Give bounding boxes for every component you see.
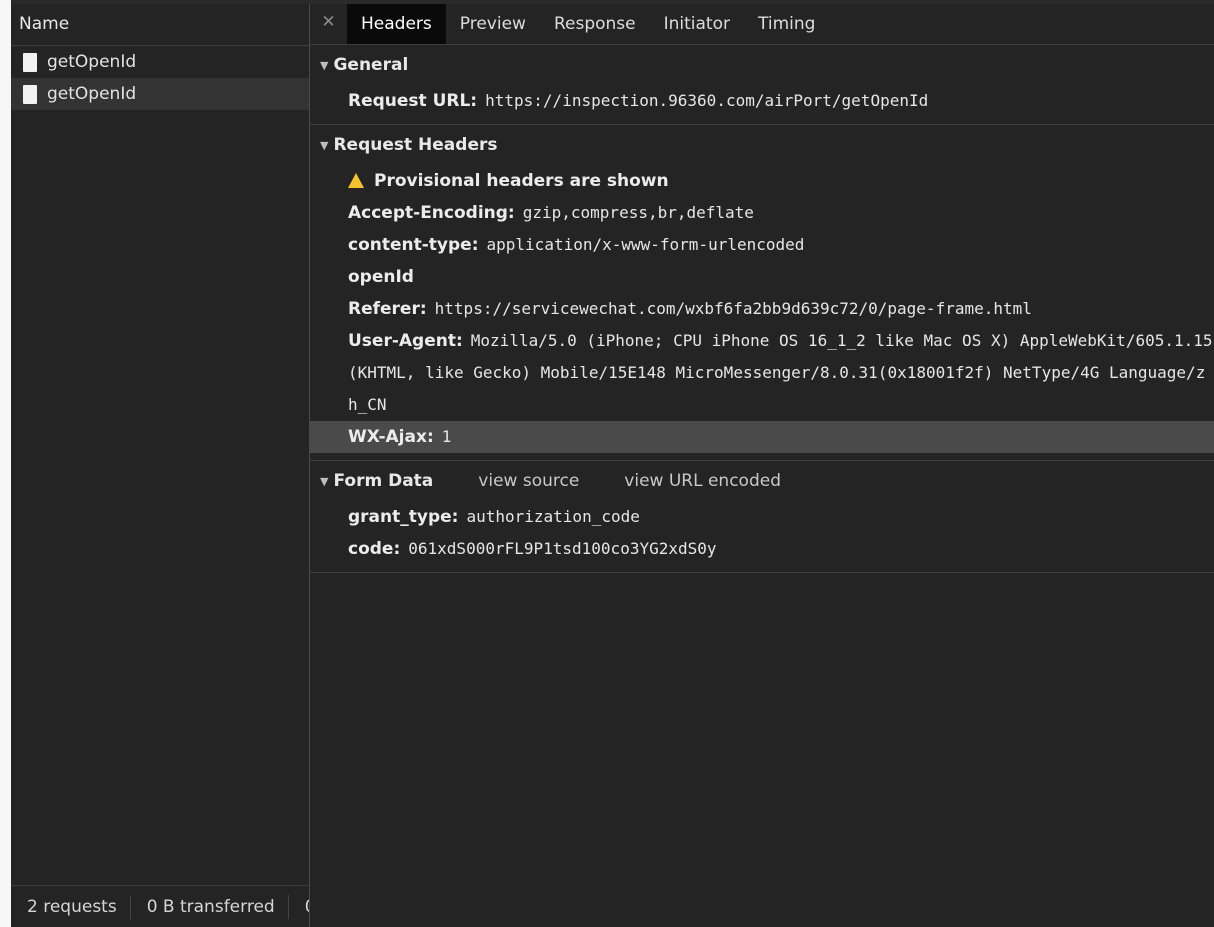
request-name: getOpenId [47,84,137,104]
header-row[interactable]: Referer: https://servicewechat.com/wxbf6f… [310,293,1214,325]
header-row-request-url[interactable]: Request URL: https://inspection.96360.com… [310,85,1214,117]
section-title: General [333,55,409,75]
warning-icon [348,173,364,188]
general-section-toggle[interactable]: ▼ General [310,45,1214,85]
triangle-down-icon: ▼ [320,138,329,152]
network-status-bar: 2 requests 0 B transferred 0 B [11,885,309,927]
header-row-highlighted[interactable]: WX-Ajax: 1 [310,421,1214,453]
form-key: code: [348,539,401,559]
header-value: gzip,compress,br,deflate [522,203,754,222]
left-gutter [0,0,11,927]
header-value: 1 [441,427,452,446]
header-value: Mozilla/5.0 (iPhone; CPU iPhone OS 16_1_… [348,331,1213,414]
request-list-panel: Name getOpenId getOpenId 2 requests 0 B … [11,4,310,927]
request-count: 2 requests [11,894,131,919]
view-source-link[interactable]: view source [478,471,579,491]
request-name: getOpenId [47,52,137,72]
tab-headers[interactable]: Headers [347,4,446,44]
tab-preview[interactable]: Preview [446,4,540,44]
general-section: ▼ General Request URL: https://inspection… [310,45,1214,125]
document-icon [23,52,37,72]
form-data-section-toggle[interactable]: ▼ Form Data view source view URL encoded [310,461,1214,501]
header-row[interactable]: Accept-Encoding: gzip,compress,br,deflate [310,197,1214,229]
header-value: https://inspection.96360.com/airPort/get… [485,91,929,110]
document-icon [23,84,37,104]
form-field-row[interactable]: code: 061xdS000rFL9P1tsd100co3YG2xdS0y [310,533,1214,565]
form-value: authorization_code [466,507,640,526]
header-key: WX-Ajax: [348,427,434,447]
triangle-down-icon: ▼ [320,58,329,72]
section-title: Request Headers [333,135,498,155]
form-key: grant_type: [348,507,459,527]
section-title: Form Data [333,471,434,491]
tab-response[interactable]: Response [540,4,650,44]
header-key: Accept-Encoding: [348,203,515,223]
provisional-warning: Provisional headers are shown [310,165,1214,197]
header-key: User-Agent: [348,331,463,351]
request-detail-panel: ✕ Headers Preview Response Initiator Tim… [310,4,1214,927]
close-icon[interactable]: ✕ [310,4,347,44]
form-value: 061xdS000rFL9P1tsd100co3YG2xdS0y [408,539,717,558]
header-key: content-type: [348,235,479,255]
header-value: https://servicewechat.com/wxbf6fa2bb9d63… [434,299,1032,318]
tab-initiator[interactable]: Initiator [650,4,744,44]
triangle-down-icon: ▼ [320,474,329,488]
request-headers-section: ▼ Request Headers Provisional headers ar… [310,125,1214,461]
header-row[interactable]: User-Agent: Mozilla/5.0 (iPhone; CPU iPho… [310,325,1214,421]
header-key: Referer: [348,299,427,319]
request-headers-section-toggle[interactable]: ▼ Request Headers [310,125,1214,165]
request-row-selected[interactable]: getOpenId [11,78,309,110]
detail-tabbar: ✕ Headers Preview Response Initiator Tim… [310,4,1214,45]
name-column-header[interactable]: Name [11,4,309,46]
warning-text: Provisional headers are shown [374,171,669,191]
transferred-size: 0 B transferred [131,894,289,919]
tab-timing[interactable]: Timing [744,4,829,44]
header-row[interactable]: content-type: application/x-www-form-urle… [310,229,1214,261]
header-value: application/x-www-form-urlencoded [486,235,805,254]
form-field-row[interactable]: grant_type: authorization_code [310,501,1214,533]
header-key: openId [348,267,414,287]
view-url-encoded-link[interactable]: view URL encoded [624,471,781,491]
header-key: Request URL: [348,91,478,111]
header-row[interactable]: openId [310,261,1214,293]
resources-size: 0 B [289,895,309,919]
request-row[interactable]: getOpenId [11,46,309,78]
form-data-section: ▼ Form Data view source view URL encoded… [310,461,1214,573]
